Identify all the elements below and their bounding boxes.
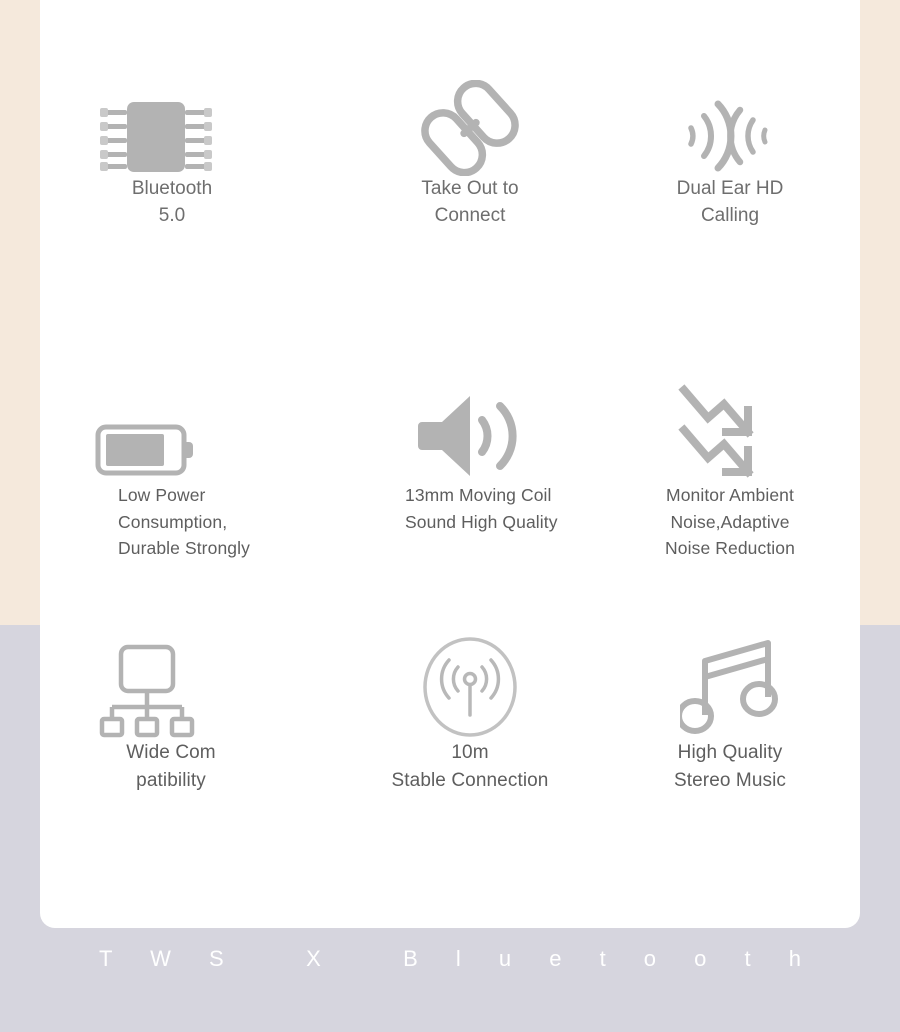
feature-item-take-out-to-connect[interactable]: Take Out to Connect: [345, 72, 595, 230]
feature-label: Low Power Consumption, Durable Strongly: [118, 485, 250, 559]
feature-label: 13mm Moving Coil Sound High Quality: [405, 485, 558, 532]
bottom-banner: T W S X B l u e t o o t h: [0, 928, 900, 990]
feature-item-moving-coil[interactable]: 13mm Moving Coil Sound High Quality: [345, 378, 595, 535]
banner-title: T W S X B l u e t o o t h: [99, 946, 817, 971]
feature-item-noise-reduction[interactable]: Monitor Ambient Noise,Adaptive Noise Red…: [605, 378, 855, 562]
feature-label: Monitor Ambient Noise,Adaptive Noise Red…: [665, 485, 795, 559]
feature-label: Wide Com patibility: [126, 742, 216, 791]
feature-grid: Bluetooth 5.0 Take Out to Connect Dual E…: [40, 0, 860, 928]
feature-item-stereo-music[interactable]: High Quality Stereo Music: [605, 635, 855, 794]
dual-ear-soundwave-icon: [605, 72, 855, 176]
feature-label: High Quality Stereo Music: [673, 742, 787, 791]
feature-label: Dual Ear HD Calling: [676, 178, 784, 226]
antenna-signal-circle-icon: [345, 635, 595, 739]
feature-item-wide-compatibility[interactable]: Wide Com patibility: [86, 635, 336, 794]
speaker-volume-icon: [345, 378, 595, 482]
link-chain-icon: [345, 72, 595, 176]
feature-item-stable-connection[interactable]: 10m Stable Connection: [345, 635, 595, 794]
product-feature-page: Bluetooth 5.0 Take Out to Connect Dual E…: [0, 0, 900, 1032]
feature-label: Bluetooth 5.0: [131, 178, 213, 226]
network-hierarchy-icon: [86, 635, 336, 739]
feature-item-dual-ear-hd[interactable]: Dual Ear HD Calling: [605, 72, 855, 230]
noise-reduction-arrows-icon: [605, 378, 855, 482]
feature-item-low-power[interactable]: Low Power Consumption, Durable Strongly: [86, 378, 336, 562]
feature-label: Take Out to Connect: [421, 178, 519, 226]
battery-icon: [86, 378, 336, 482]
feature-card: Bluetooth 5.0 Take Out to Connect Dual E…: [40, 0, 860, 928]
feature-label: 10m Stable Connection: [391, 742, 549, 791]
chip-icon: [86, 72, 336, 176]
feature-item-bluetooth[interactable]: Bluetooth 5.0: [86, 72, 336, 230]
music-note-icon: [605, 635, 855, 739]
